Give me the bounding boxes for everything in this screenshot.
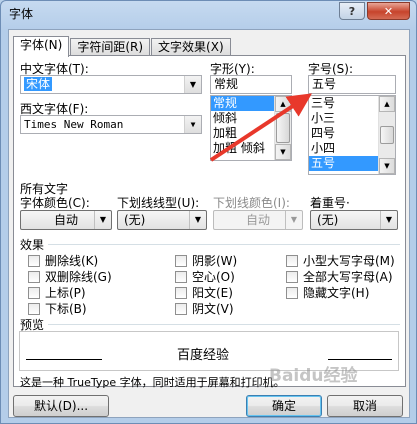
checkbox-shadow[interactable]: 阴影(W) [175, 252, 237, 269]
checkbox-outline[interactable]: 空心(O) [175, 268, 235, 285]
font-color-label: 字体颜色(C): [20, 196, 90, 210]
font-tab-panel: 中文字体(T): 宋体 ▼ 西文字体(F): Times New Roman ▼… [13, 55, 406, 389]
checkbox-box[interactable] [175, 302, 187, 315]
scroll-up-icon[interactable]: ▲ [379, 96, 395, 112]
close-button[interactable]: ✕ [367, 2, 410, 20]
scroll-down-icon[interactable]: ▼ [275, 144, 291, 160]
size-scrollbar[interactable]: ▲ ▼ [378, 96, 395, 174]
scroll-thumb[interactable] [276, 113, 290, 143]
checkbox-all-caps[interactable]: 全部大写字母(A) [286, 268, 393, 285]
checkbox-label: 小型大写字母(M) [303, 254, 395, 268]
checkbox-hidden[interactable]: 隐藏文字(H) [286, 284, 369, 301]
font-dialog: 字体 ? ✕ 字体(N) 字符间距(R) 文字效果(X) 中文字体(T): 宋体… [0, 0, 417, 424]
checkbox-box[interactable] [28, 254, 40, 267]
size-input[interactable]: 五号 [308, 75, 396, 94]
style-listbox[interactable]: 常规 倾斜 加粗 加粗 倾斜 ▲ ▼ [210, 95, 292, 161]
checkbox-double-strikethrough[interactable]: 双删除线(G) [28, 268, 112, 285]
checkbox-label: 阳文(E) [192, 286, 233, 300]
ok-button[interactable]: 确定 [246, 395, 322, 417]
checkbox-small-caps[interactable]: 小型大写字母(M) [286, 252, 395, 269]
cancel-button[interactable]: 取消 [327, 395, 403, 417]
chevron-down-icon[interactable]: ▼ [184, 76, 201, 93]
checkbox-label: 全部大写字母(A) [303, 270, 393, 284]
scroll-thumb[interactable] [380, 126, 394, 144]
western-font-combo[interactable]: Times New Roman ▼ [20, 115, 202, 134]
checkbox-label: 隐藏文字(H) [303, 286, 370, 300]
preview-rule-right [328, 359, 392, 360]
tab-character-spacing[interactable]: 字符间距(R) [70, 38, 151, 56]
western-font-value: Times New Roman [24, 118, 124, 131]
underline-color-label: 下划线颜色(I): [213, 196, 290, 210]
checkbox-label: 删除线(K) [45, 254, 99, 268]
checkbox-engrave[interactable]: 阴文(V) [175, 300, 234, 317]
checkbox-subscript[interactable]: 下标(B) [28, 300, 87, 317]
help-button[interactable]: ? [339, 2, 365, 20]
tab-text-effects[interactable]: 文字效果(X) [151, 38, 231, 56]
checkbox-emboss[interactable]: 阳文(E) [175, 284, 233, 301]
chinese-font-combo[interactable]: 宋体 ▼ [20, 75, 202, 94]
preview-divider [48, 324, 400, 325]
checkbox-label: 空心(O) [192, 270, 235, 284]
style-scrollbar[interactable]: ▲ ▼ [274, 96, 291, 160]
chevron-down-icon[interactable]: ▼ [189, 211, 206, 229]
checkbox-label: 上标(P) [45, 286, 86, 300]
underline-color-value: 自动 [245, 213, 270, 227]
checkbox-label: 阴文(V) [192, 302, 234, 316]
title-bar: 字体 ? ✕ [1, 1, 416, 25]
checkbox-box[interactable] [175, 270, 187, 283]
checkbox-box[interactable] [28, 286, 40, 299]
style-input[interactable]: 常规 [210, 75, 292, 94]
effects-divider [48, 244, 400, 245]
underline-style-label: 下划线线型(U): [117, 196, 200, 210]
checkbox-strikethrough[interactable]: 删除线(K) [28, 252, 98, 269]
checkbox-box[interactable] [175, 286, 187, 299]
font-type-note: 这是一种 TrueType 字体，同时适用于屏幕和打印机。 [20, 376, 285, 389]
emphasis-value: (无) [317, 213, 339, 227]
emphasis-dropdown[interactable]: (无) ▼ [310, 210, 398, 230]
checkbox-box[interactable] [286, 254, 298, 267]
checkbox-label: 双删除线(G) [45, 270, 112, 284]
dialog-client: 字体(N) 字符间距(R) 文字效果(X) 中文字体(T): 宋体 ▼ 西文字体… [8, 29, 410, 418]
scroll-up-icon[interactable]: ▲ [275, 96, 291, 112]
chevron-down-icon[interactable]: ▼ [94, 211, 111, 229]
tab-font[interactable]: 字体(N) [13, 36, 70, 57]
checkbox-box[interactable] [28, 270, 40, 283]
checkbox-superscript[interactable]: 上标(P) [28, 284, 86, 301]
effects-heading: 效果 [20, 238, 45, 252]
preview-rule-left [26, 359, 102, 360]
checkbox-box[interactable] [28, 302, 40, 315]
font-color-dropdown[interactable]: 自动 ▼ [20, 210, 112, 230]
checkbox-box[interactable] [286, 270, 298, 283]
tab-strip: 字体(N) 字符间距(R) 文字效果(X) [13, 36, 232, 57]
watermark: Baidu经验 [269, 366, 358, 386]
chinese-font-value: 宋体 [24, 77, 53, 91]
underline-style-dropdown[interactable]: (无) ▼ [117, 210, 207, 230]
size-listbox[interactable]: 三号 小三 四号 小四 五号 ▲ ▼ [308, 95, 396, 175]
underline-style-value: (无) [124, 213, 146, 227]
checkbox-box[interactable] [175, 254, 187, 267]
emphasis-label: 着重号· [310, 196, 350, 210]
checkbox-label: 下标(B) [45, 302, 87, 316]
scroll-down-icon[interactable]: ▼ [379, 158, 395, 174]
chevron-down-icon[interactable]: ▼ [184, 116, 201, 133]
window-title: 字体 [9, 7, 34, 21]
chevron-down-icon: ▼ [285, 211, 302, 229]
checkbox-box[interactable] [286, 286, 298, 299]
font-color-value: 自动 [53, 213, 78, 227]
chevron-down-icon[interactable]: ▼ [380, 211, 397, 229]
underline-color-dropdown: 自动 ▼ [213, 210, 303, 230]
checkbox-label: 阴影(W) [192, 254, 238, 268]
default-button[interactable]: 默认(D)... [13, 395, 109, 417]
preview-sample-text: 百度经验 [177, 348, 230, 363]
